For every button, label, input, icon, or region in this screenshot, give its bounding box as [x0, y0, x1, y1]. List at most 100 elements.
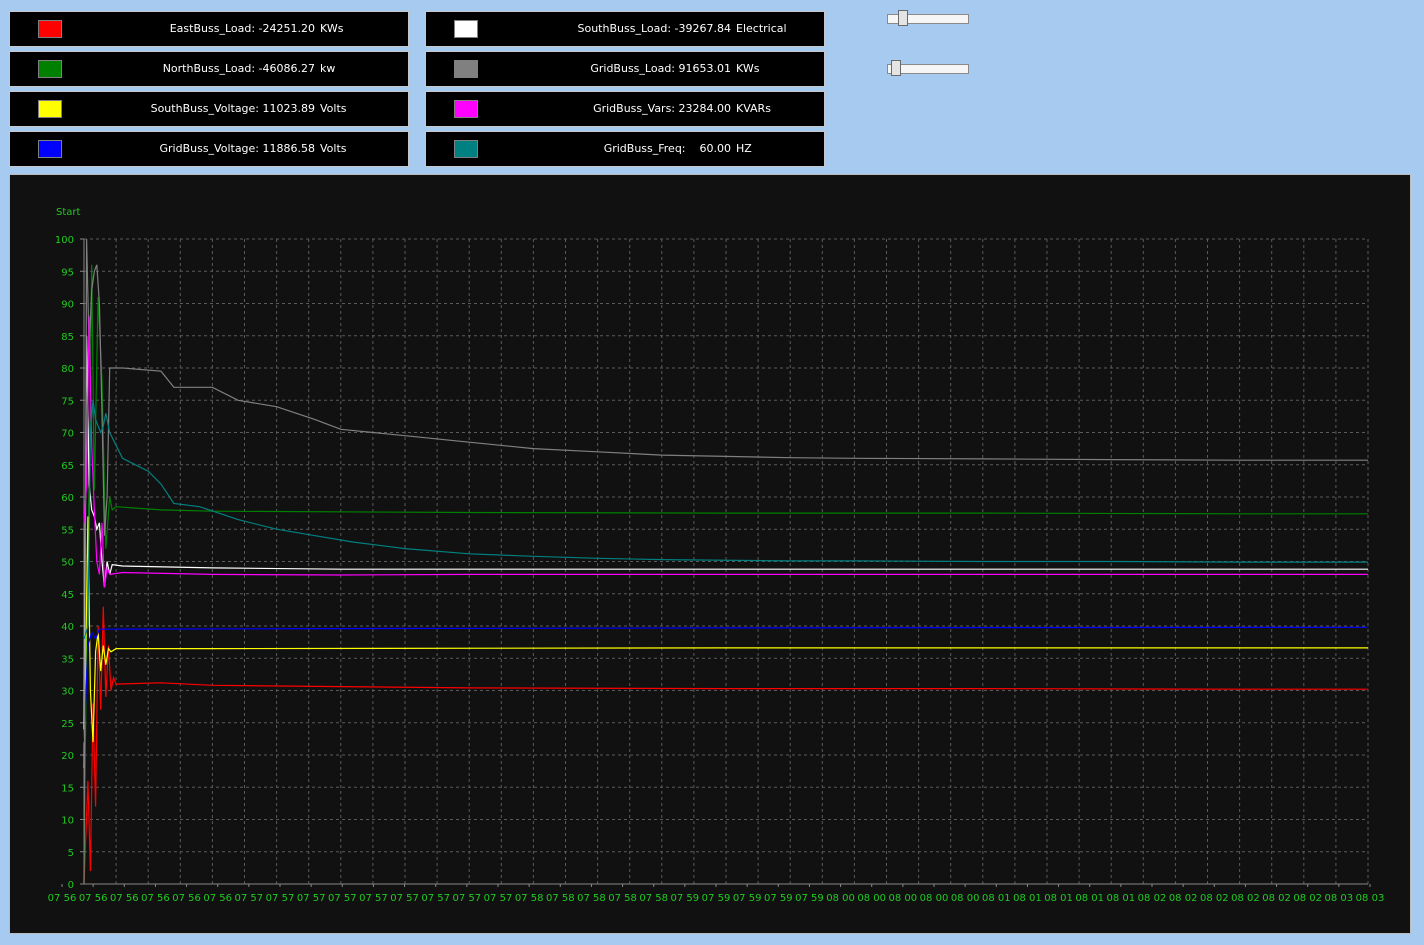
legend-color-swatch: [38, 140, 62, 158]
legend-label: GridBuss_Vars: 23284.00: [593, 102, 731, 115]
trackbar-slider[interactable]: [887, 60, 971, 78]
y-tick-label: 85: [61, 332, 74, 343]
legend-item: SouthBuss_Voltage: 11023.89 Volts: [9, 91, 409, 127]
legend-color-swatch: [38, 100, 62, 118]
y-tick-label: 35: [61, 654, 74, 665]
x-tick-label: 08 00: [889, 893, 918, 904]
x-tick-label: 08 02: [1138, 893, 1167, 904]
y-tick-label: 10: [61, 816, 74, 827]
x-tick-label: 08 02: [1293, 893, 1322, 904]
trackbar-slider[interactable]: [887, 10, 971, 28]
legend-item: NorthBuss_Load: -46086.27 kw: [9, 51, 409, 87]
legend-label: NorthBuss_Load: -46086.27: [162, 62, 315, 75]
legend-unit: KVARs: [736, 102, 771, 115]
x-tick-label: 07 56: [48, 893, 77, 904]
y-tick-label: 25: [61, 719, 74, 730]
x-tick-label: 08 01: [1107, 893, 1136, 904]
legend-color-swatch: [454, 140, 478, 158]
legend-item: GridBuss_Load: 91653.01 KWs: [425, 51, 825, 87]
series-line: [83, 400, 1368, 640]
x-tick-label: 07 57: [359, 893, 388, 904]
y-tick-label: 5: [68, 848, 74, 859]
y-tick-label: 15: [61, 783, 74, 794]
x-tick-label: 08 01: [982, 893, 1011, 904]
legend-unit: KWs: [736, 62, 760, 75]
x-tick-label: 07 59: [733, 893, 762, 904]
x-tick-label: 07 56: [110, 893, 139, 904]
x-tick-label: 07 58: [608, 893, 637, 904]
x-tick-label: 07 59: [671, 893, 700, 904]
y-tick-label: 65: [61, 461, 74, 472]
y-axis: 0 5 10 15 20 25 30 35 40 45 50 55 60 65 70 75 80 85 90 95 10…: [55, 235, 85, 891]
x-axis: 07 56 07 56 07 56 07 56 07 56 07 56 07 57 07 57…: [48, 883, 1385, 904]
x-tick-label: 08 02: [1262, 893, 1291, 904]
y-tick-label: 80: [61, 364, 74, 375]
legend-unit: HZ: [736, 142, 752, 155]
x-tick-label: 07 58: [546, 893, 575, 904]
x-tick-label: 07 57: [484, 893, 513, 904]
x-tick-label: 07 59: [795, 893, 824, 904]
legend-item: GridBuss_Vars: 23284.00 KVARs: [425, 91, 825, 127]
x-tick-label: 07 57: [328, 893, 357, 904]
y-tick-label: 75: [61, 396, 74, 407]
legend-color-swatch: [38, 60, 62, 78]
y-tick-label: 0: [68, 880, 74, 891]
x-tick-label: 07 59: [764, 893, 793, 904]
x-tick-label: 08 00: [857, 893, 886, 904]
x-tick-label: 08 01: [1075, 893, 1104, 904]
x-tick-label: 08 02: [1200, 893, 1229, 904]
y-tick-label: 40: [61, 622, 74, 633]
x-tick-label: 07 57: [235, 893, 264, 904]
legend-label: EastBuss_Load: -24251.20: [169, 22, 315, 35]
y-tick-label: 90: [61, 300, 74, 311]
x-tick-label: 07 57: [390, 893, 419, 904]
legend-color-swatch: [454, 100, 478, 118]
legend-item: SouthBuss_Load: -39267.84 Electrical: [425, 11, 825, 47]
legend-label: SouthBuss_Voltage: 11023.89: [150, 102, 315, 115]
chart-panel: 0 5 10 15 20 25 30 35 40 45 50 55 60 65 70 75 80 85 90 95 10…: [9, 174, 1411, 934]
legend-item: GridBuss_Freq: 60.00 HZ: [425, 131, 825, 167]
y-tick-label: 60: [61, 493, 74, 504]
y-tick-label: 55: [61, 525, 74, 536]
y-tick-label: 100: [55, 235, 74, 246]
legend-color-swatch: [454, 60, 478, 78]
legend-label: GridBuss_Load: 91653.01: [590, 62, 731, 75]
x-tick-label: 07 57: [297, 893, 326, 904]
x-tick-label: 08 03: [1356, 893, 1385, 904]
legend-color-swatch: [454, 20, 478, 38]
legend-item: EastBuss_Load: -24251.20 KWs: [9, 11, 409, 47]
slider-thumb[interactable]: [891, 60, 901, 76]
x-tick-label: 07 57: [266, 893, 295, 904]
legend-unit: Volts: [320, 102, 347, 115]
legend-label: SouthBuss_Load: -39267.84: [577, 22, 732, 35]
legend-label: GridBuss_Freq: 60.00: [603, 142, 731, 155]
legend-unit: KWs: [320, 22, 344, 35]
start-annotation: Start: [56, 207, 81, 218]
x-tick-label: 07 56: [172, 893, 201, 904]
legend-unit: Electrical: [736, 22, 787, 35]
slider-thumb[interactable]: [898, 10, 908, 26]
x-tick-label: 07 57: [421, 893, 450, 904]
y-tick-label: 50: [61, 558, 74, 569]
y-tick-label: 20: [61, 751, 74, 762]
x-tick-label: 07 58: [577, 893, 606, 904]
x-tick-label: 08 00: [920, 893, 949, 904]
x-tick-label: 07 57: [453, 893, 482, 904]
chart-svg: 0 5 10 15 20 25 30 35 40 45 50 55 60 65 70 75 80 85 90 95 10…: [48, 207, 1385, 904]
legend-label: GridBuss_Voltage: 11886.58: [159, 142, 315, 155]
legend-unit: Volts: [320, 142, 347, 155]
x-tick-label: 07 58: [515, 893, 544, 904]
legend-color-swatch: [38, 20, 62, 38]
y-tick-label: 70: [61, 429, 74, 440]
x-tick-label: 08 01: [1044, 893, 1073, 904]
y-tick-label: 95: [61, 267, 74, 278]
legend-unit: kw: [320, 62, 336, 75]
y-tick-label: 45: [61, 590, 74, 601]
x-tick-label: 08 01: [1013, 893, 1042, 904]
y-tick-label: 30: [61, 687, 74, 698]
x-tick-label: 08 00: [826, 893, 855, 904]
x-tick-label: 07 59: [702, 893, 731, 904]
x-tick-label: 07 58: [639, 893, 668, 904]
x-tick-label: 07 56: [141, 893, 170, 904]
series-line: [83, 335, 1368, 730]
